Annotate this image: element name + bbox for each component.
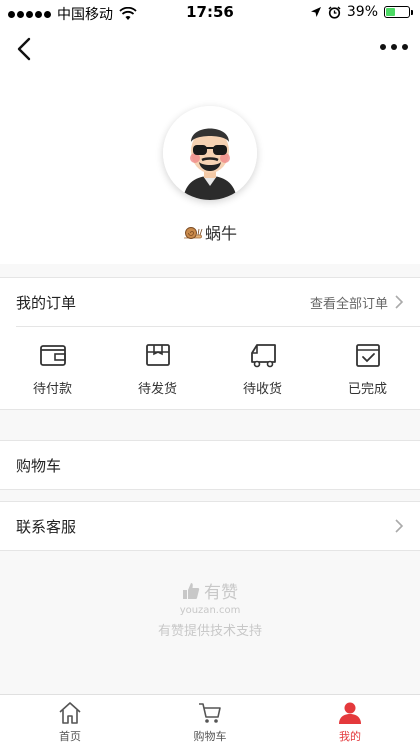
location-arrow-icon: [310, 7, 321, 17]
chevron-right-icon: [395, 295, 404, 309]
home-icon: [59, 701, 81, 724]
tab-home[interactable]: 首页: [0, 695, 140, 748]
order-completed-label: 已完成: [347, 381, 387, 397]
cart-row[interactable]: 购物车: [0, 441, 420, 489]
tab-me-label: 我的: [339, 729, 361, 743]
user-icon: [339, 702, 361, 724]
contact-support-row[interactable]: 联系客服: [0, 502, 420, 550]
orders-section: 我的订单 查看全部订单 待付款 待发货 待收货 已完成: [0, 277, 420, 410]
view-all-orders-label: 查看全部订单: [309, 296, 388, 312]
battery-percent: 39%: [346, 4, 378, 20]
order-pending-receipt-label: 待收货: [242, 381, 282, 397]
contact-support-label: 联系客服: [16, 517, 77, 536]
brand-logo: 有赞: [0, 578, 420, 603]
tab-me[interactable]: 我的: [280, 695, 420, 748]
contact-support-chevron: [394, 519, 404, 533]
avatar-illustration: [163, 106, 257, 200]
battery-icon: [384, 6, 413, 18]
tab-cart-label: 购物车: [193, 729, 227, 743]
truck-icon: [250, 343, 276, 367]
back-arrow-icon[interactable]: [10, 34, 40, 64]
avatar[interactable]: [163, 106, 257, 200]
brand-footer: 有赞 youzan.com 有赞提供技术支持: [0, 578, 420, 639]
brand-name: 有赞: [204, 583, 238, 603]
brand-site: youzan.com: [179, 605, 241, 616]
tab-bar: 首页 购物车 我的: [0, 694, 420, 748]
my-orders-row[interactable]: 我的订单 查看全部订单: [0, 278, 420, 326]
view-all-orders-link[interactable]: 查看全部订单: [310, 293, 404, 312]
order-status-grid: 待付款 待发货 待收货 已完成: [0, 327, 420, 409]
package-icon: [145, 343, 170, 366]
status-bar: 中国移动 17:56 39%: [0, 0, 420, 24]
cart-row-label: 购物车: [16, 456, 62, 475]
wallet-icon: [39, 344, 66, 366]
contact-section: 联系客服: [0, 501, 420, 551]
order-pending-receipt[interactable]: 待收货: [210, 327, 315, 409]
order-completed[interactable]: 已完成: [315, 327, 420, 409]
tab-home-label: 首页: [59, 729, 81, 743]
nav-bar: [0, 24, 420, 72]
alarm-icon: [328, 5, 341, 19]
profile-header: 蜗牛: [0, 72, 420, 264]
nickname-text: 蜗牛: [204, 224, 237, 243]
order-pending-payment-label: 待付款: [32, 381, 72, 397]
order-pending-shipment[interactable]: 待发货: [105, 327, 210, 409]
nickname: 蜗牛: [0, 220, 420, 244]
thumbs-up-icon: [183, 582, 200, 599]
snail-icon: [183, 227, 203, 239]
completed-icon: [355, 343, 380, 367]
brand-tagline: 有赞提供技术支持: [157, 624, 262, 639]
chevron-right-icon: [395, 519, 404, 533]
tab-cart[interactable]: 购物车: [140, 695, 280, 748]
cart-icon: [199, 702, 221, 723]
more-options-icon[interactable]: [380, 44, 408, 50]
order-pending-payment[interactable]: 待付款: [0, 327, 105, 409]
my-orders-title: 我的订单: [16, 293, 77, 312]
battery-level: [386, 8, 395, 16]
status-bar-right: 39%: [310, 4, 413, 20]
order-pending-shipment-label: 待发货: [137, 381, 177, 397]
cart-section: 购物车: [0, 440, 420, 490]
